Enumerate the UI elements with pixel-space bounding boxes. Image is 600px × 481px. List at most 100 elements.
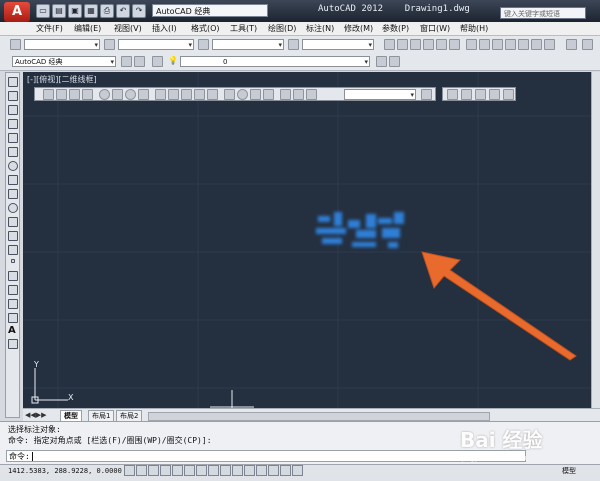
dynamic-ucs-icon[interactable]	[220, 465, 231, 476]
polyline-icon[interactable]	[8, 105, 18, 115]
annotation-monitor-icon[interactable]	[292, 465, 303, 476]
object-snap-tracking-icon[interactable]	[208, 465, 219, 476]
open-icon[interactable]: ▤	[52, 4, 66, 18]
region-icon[interactable]	[8, 299, 18, 309]
new-icon[interactable]: ▭	[36, 4, 50, 18]
lineweight-icon[interactable]	[244, 465, 255, 476]
dim-baseline-icon[interactable]	[168, 89, 179, 100]
vertical-scrollbar[interactable]	[591, 72, 600, 408]
tolerance-icon[interactable]	[224, 89, 235, 100]
workspace-select[interactable]: AutoCAD 经典	[152, 4, 268, 17]
standard-new-icon[interactable]	[384, 39, 395, 50]
ortho-mode-icon[interactable]	[160, 465, 171, 476]
text-style-combo[interactable]	[24, 39, 100, 50]
dim-jogged-icon[interactable]	[112, 89, 123, 100]
dim-update-icon[interactable]	[306, 89, 317, 100]
table-icon[interactable]	[8, 313, 18, 323]
menu-edit[interactable]: 编辑(E)	[74, 23, 101, 34]
add-selected-icon[interactable]	[8, 339, 18, 349]
menu-parametric[interactable]: 参数(P)	[382, 23, 409, 34]
inspection-icon[interactable]	[250, 89, 261, 100]
publish-icon[interactable]	[449, 39, 460, 50]
mleader-style-combo[interactable]	[302, 39, 374, 50]
paste-icon[interactable]	[492, 39, 503, 50]
menu-help[interactable]: 帮助(H)	[460, 23, 488, 34]
modify-tool-5-icon[interactable]	[503, 89, 514, 100]
cut-icon[interactable]	[466, 39, 477, 50]
dim-aligned-icon[interactable]	[56, 89, 67, 100]
menu-dimension[interactable]: 标注(N)	[306, 23, 334, 34]
infer-constraints-icon[interactable]	[124, 465, 135, 476]
dim-edit-icon[interactable]	[280, 89, 291, 100]
modify-tool-2-icon[interactable]	[461, 89, 472, 100]
revision-cloud-icon[interactable]	[8, 175, 18, 185]
center-mark-icon[interactable]	[237, 89, 248, 100]
dim-ordinate-icon[interactable]	[82, 89, 93, 100]
block-editor-icon[interactable]	[518, 39, 529, 50]
table-style-icon[interactable]	[198, 39, 209, 50]
quick-properties-icon[interactable]	[268, 465, 279, 476]
dim-style-manager-icon[interactable]	[421, 89, 432, 100]
preview-icon[interactable]	[436, 39, 447, 50]
dim-angular-icon[interactable]	[138, 89, 149, 100]
dynamic-input-icon[interactable]	[232, 465, 243, 476]
mleader-style-icon[interactable]	[288, 39, 299, 50]
rectangle-icon[interactable]	[8, 133, 18, 143]
dim-diameter-icon[interactable]	[125, 89, 136, 100]
transparency-icon[interactable]	[256, 465, 267, 476]
3d-object-snap-icon[interactable]	[196, 465, 207, 476]
standard-open-icon[interactable]	[397, 39, 408, 50]
circle-icon[interactable]	[8, 161, 18, 171]
make-block-icon[interactable]	[8, 245, 18, 255]
dim-style-select[interactable]	[344, 89, 416, 100]
autocad-app-icon[interactable]: A	[4, 2, 30, 22]
dim-radius-icon[interactable]	[99, 89, 110, 100]
polar-tracking-icon[interactable]	[172, 465, 183, 476]
lightbulb-icon[interactable]: 💡	[168, 56, 178, 65]
object-snap-icon[interactable]	[184, 465, 195, 476]
dim-continue-icon[interactable]	[181, 89, 192, 100]
hatch-icon[interactable]	[8, 271, 18, 281]
pan-icon[interactable]	[531, 39, 542, 50]
viewport-controls[interactable]: [-][俯视][二维线框]	[27, 74, 97, 85]
modify-tool-3-icon[interactable]	[475, 89, 486, 100]
text-style-icon[interactable]	[10, 39, 21, 50]
jogged-linear-icon[interactable]	[263, 89, 274, 100]
line-icon[interactable]	[8, 77, 18, 87]
menu-draw[interactable]: 绘图(D)	[268, 23, 296, 34]
layer-previous-icon[interactable]	[389, 56, 400, 67]
help-search-input[interactable]: 键入关键字或短语	[500, 7, 586, 19]
workspace-settings-icon[interactable]	[121, 56, 132, 67]
modify-tool-4-icon[interactable]	[489, 89, 500, 100]
redo-icon[interactable]: ↷	[132, 4, 146, 18]
selection-cycling-icon[interactable]	[280, 465, 291, 476]
arc-icon[interactable]	[8, 147, 18, 157]
menu-window[interactable]: 窗口(W)	[420, 23, 450, 34]
dim-style-combo[interactable]	[118, 39, 194, 50]
horizontal-scrollbar[interactable]	[148, 412, 490, 421]
table-style-combo[interactable]	[212, 39, 284, 50]
multiline-text-icon[interactable]: A	[8, 325, 16, 336]
save-icon[interactable]: ▣	[68, 4, 82, 18]
menu-view[interactable]: 视图(V)	[114, 23, 142, 34]
layer-combo[interactable]: 0	[180, 56, 370, 67]
dim-break-icon[interactable]	[207, 89, 218, 100]
selected-text-object[interactable]	[312, 206, 412, 262]
gradient-icon[interactable]	[8, 285, 18, 295]
standard-save-icon[interactable]	[410, 39, 421, 50]
dim-arc-length-icon[interactable]	[69, 89, 80, 100]
menu-file[interactable]: 文件(F)	[36, 23, 63, 34]
menu-format[interactable]: 格式(O)	[191, 23, 220, 34]
match-properties-icon[interactable]	[505, 39, 516, 50]
grid-display-icon[interactable]	[148, 465, 159, 476]
menu-tools[interactable]: 工具(T)	[230, 23, 257, 34]
undo-icon[interactable]: ↶	[116, 4, 130, 18]
saveas-icon[interactable]: ▦	[84, 4, 98, 18]
zoom-icon[interactable]	[544, 39, 555, 50]
polygon-icon[interactable]	[8, 119, 18, 129]
dim-text-edit-icon[interactable]	[293, 89, 304, 100]
ellipse-arc-icon[interactable]	[8, 217, 18, 227]
spline-icon[interactable]	[8, 189, 18, 199]
make-layer-current-icon[interactable]	[376, 56, 387, 67]
workspace-save-icon[interactable]	[134, 56, 145, 67]
